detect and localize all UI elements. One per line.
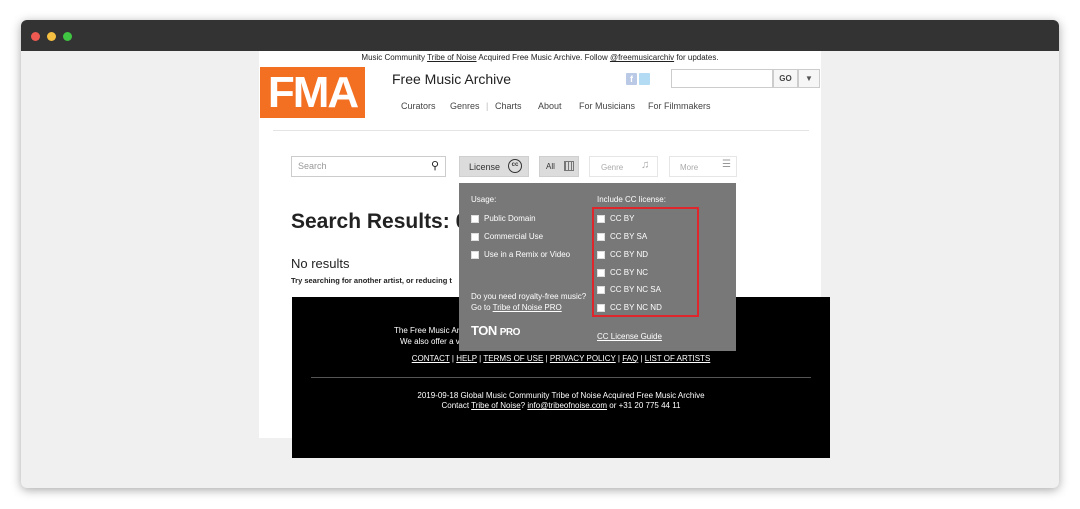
tribe-of-noise-pro-link[interactable]: Tribe of Noise PRO bbox=[493, 303, 562, 312]
footer-contact-text: Contact bbox=[441, 401, 472, 410]
fma-logo[interactable]: FMA bbox=[260, 67, 365, 118]
license-filter-button[interactable]: License cc bbox=[459, 156, 529, 177]
footer-link-privacy[interactable]: PRIVACY POLICY bbox=[550, 354, 616, 363]
search-placeholder: Search bbox=[298, 161, 327, 171]
header-divider bbox=[273, 130, 809, 131]
footer-phone: or +31 20 775 44 11 bbox=[607, 401, 681, 410]
footer-line-2: We also offer a v bbox=[400, 337, 460, 346]
footer-contact: Contact Tribe of Noise? info@tribeofnois… bbox=[292, 401, 830, 410]
social-links: f bbox=[626, 73, 650, 85]
announcement-bar: Music Community Tribe of Noise Acquired … bbox=[259, 53, 821, 62]
footer-link-artists[interactable]: LIST OF ARTISTS bbox=[645, 354, 711, 363]
go-button[interactable]: GO bbox=[773, 69, 798, 88]
results-hint: Try searching for another artist, or red… bbox=[291, 276, 452, 285]
twitter-icon[interactable] bbox=[639, 73, 650, 85]
option-label: Public Domain bbox=[484, 214, 536, 223]
footer-line-1: The Free Music Ar bbox=[394, 326, 460, 335]
more-filter-label: More bbox=[680, 163, 699, 172]
minimize-window-button[interactable] bbox=[47, 32, 56, 41]
genre-filter-label: Genre bbox=[601, 163, 624, 172]
logo-text: FMA bbox=[267, 68, 359, 117]
checkbox[interactable] bbox=[471, 215, 479, 223]
tribe-of-noise-link[interactable]: Tribe of Noise bbox=[427, 53, 477, 62]
footer-tribe-link[interactable]: Tribe of Noise bbox=[471, 401, 521, 410]
footer-divider bbox=[311, 377, 811, 378]
checkbox[interactable] bbox=[471, 233, 479, 241]
checkbox[interactable] bbox=[471, 251, 479, 259]
music-note-icon: ♫ bbox=[641, 159, 650, 171]
nav-curators[interactable]: Curators bbox=[401, 101, 436, 111]
all-filter-label: All bbox=[546, 162, 555, 171]
nav-separator: | bbox=[486, 101, 489, 111]
fma-page: Music Community Tribe of Noise Acquired … bbox=[259, 51, 830, 458]
results-title: Search Results: 0 T bbox=[291, 210, 486, 233]
nav-charts[interactable]: Charts bbox=[495, 101, 522, 111]
announcement-text: Music Community bbox=[361, 53, 428, 62]
option-label: Use in a Remix or Video bbox=[484, 250, 571, 259]
creative-commons-icon: cc bbox=[508, 159, 522, 173]
footer-link-help[interactable]: HELP bbox=[456, 354, 477, 363]
facebook-icon[interactable]: f bbox=[626, 73, 637, 85]
search-input[interactable]: Search ⚲ bbox=[291, 156, 446, 177]
cc-options-highlight-box bbox=[592, 207, 699, 317]
royalty-question: Do you need royalty-free music? bbox=[471, 292, 587, 301]
all-filter-button[interactable]: All bbox=[539, 156, 579, 177]
footer-link-faq[interactable]: FAQ bbox=[622, 354, 638, 363]
twitter-handle-link[interactable]: @freemusicarchiv bbox=[610, 53, 674, 62]
license-filter-label: License bbox=[469, 162, 501, 172]
footer-copyright: 2019-09-18 Global Music Community Tribe … bbox=[417, 391, 705, 400]
footer-links: CONTACT | HELP | TERMS OF USE | PRIVACY … bbox=[411, 354, 711, 363]
nav-for-musicians[interactable]: For Musicians bbox=[579, 101, 635, 111]
footer-link-contact[interactable]: CONTACT bbox=[412, 354, 450, 363]
ton-pro-text: PRO bbox=[499, 327, 521, 338]
window-titlebar bbox=[21, 20, 1059, 51]
cc-license-guide-link[interactable]: CC License Guide bbox=[597, 332, 662, 341]
ton-pro-logo[interactable]: TON PRO bbox=[471, 323, 520, 338]
nav-genres[interactable]: Genres bbox=[450, 101, 480, 111]
footer-link-terms[interactable]: TERMS OF USE bbox=[483, 354, 543, 363]
search-dropdown-button[interactable]: ▼ bbox=[798, 69, 820, 88]
site-title[interactable]: Free Music Archive bbox=[392, 71, 511, 87]
royalty-goto: Go to Tribe of Noise PRO bbox=[471, 303, 562, 312]
search-icon[interactable]: ⚲ bbox=[431, 159, 439, 172]
announcement-text-2: Acquired Free Music Archive. Follow bbox=[476, 53, 610, 62]
maximize-window-button[interactable] bbox=[63, 32, 72, 41]
genre-filter-button[interactable]: Genre ♫ bbox=[589, 156, 658, 177]
no-results-text: No results bbox=[291, 256, 350, 271]
license-dropdown-panel: Usage: Include CC license: Public Domain… bbox=[459, 183, 736, 351]
option-label: Commercial Use bbox=[484, 232, 544, 241]
header-search-input[interactable] bbox=[671, 69, 773, 88]
include-cc-heading: Include CC license: bbox=[597, 195, 666, 204]
footer-email-link[interactable]: info@tribeofnoise.com bbox=[527, 401, 607, 410]
nav-for-filmmakers[interactable]: For Filmmakers bbox=[648, 101, 711, 111]
ton-logo-text: TON bbox=[471, 323, 497, 338]
royalty-prefix: Go to bbox=[471, 303, 493, 312]
nav-about[interactable]: About bbox=[538, 101, 562, 111]
more-filter-button[interactable]: More ☰ bbox=[669, 156, 737, 177]
filter-lines-icon: ☰ bbox=[722, 159, 731, 170]
usage-heading: Usage: bbox=[471, 195, 497, 204]
browser-window: Music Community Tribe of Noise Acquired … bbox=[21, 20, 1059, 488]
close-window-button[interactable] bbox=[31, 32, 40, 41]
announcement-text-3: for updates. bbox=[674, 53, 719, 62]
piano-icon bbox=[564, 161, 574, 171]
